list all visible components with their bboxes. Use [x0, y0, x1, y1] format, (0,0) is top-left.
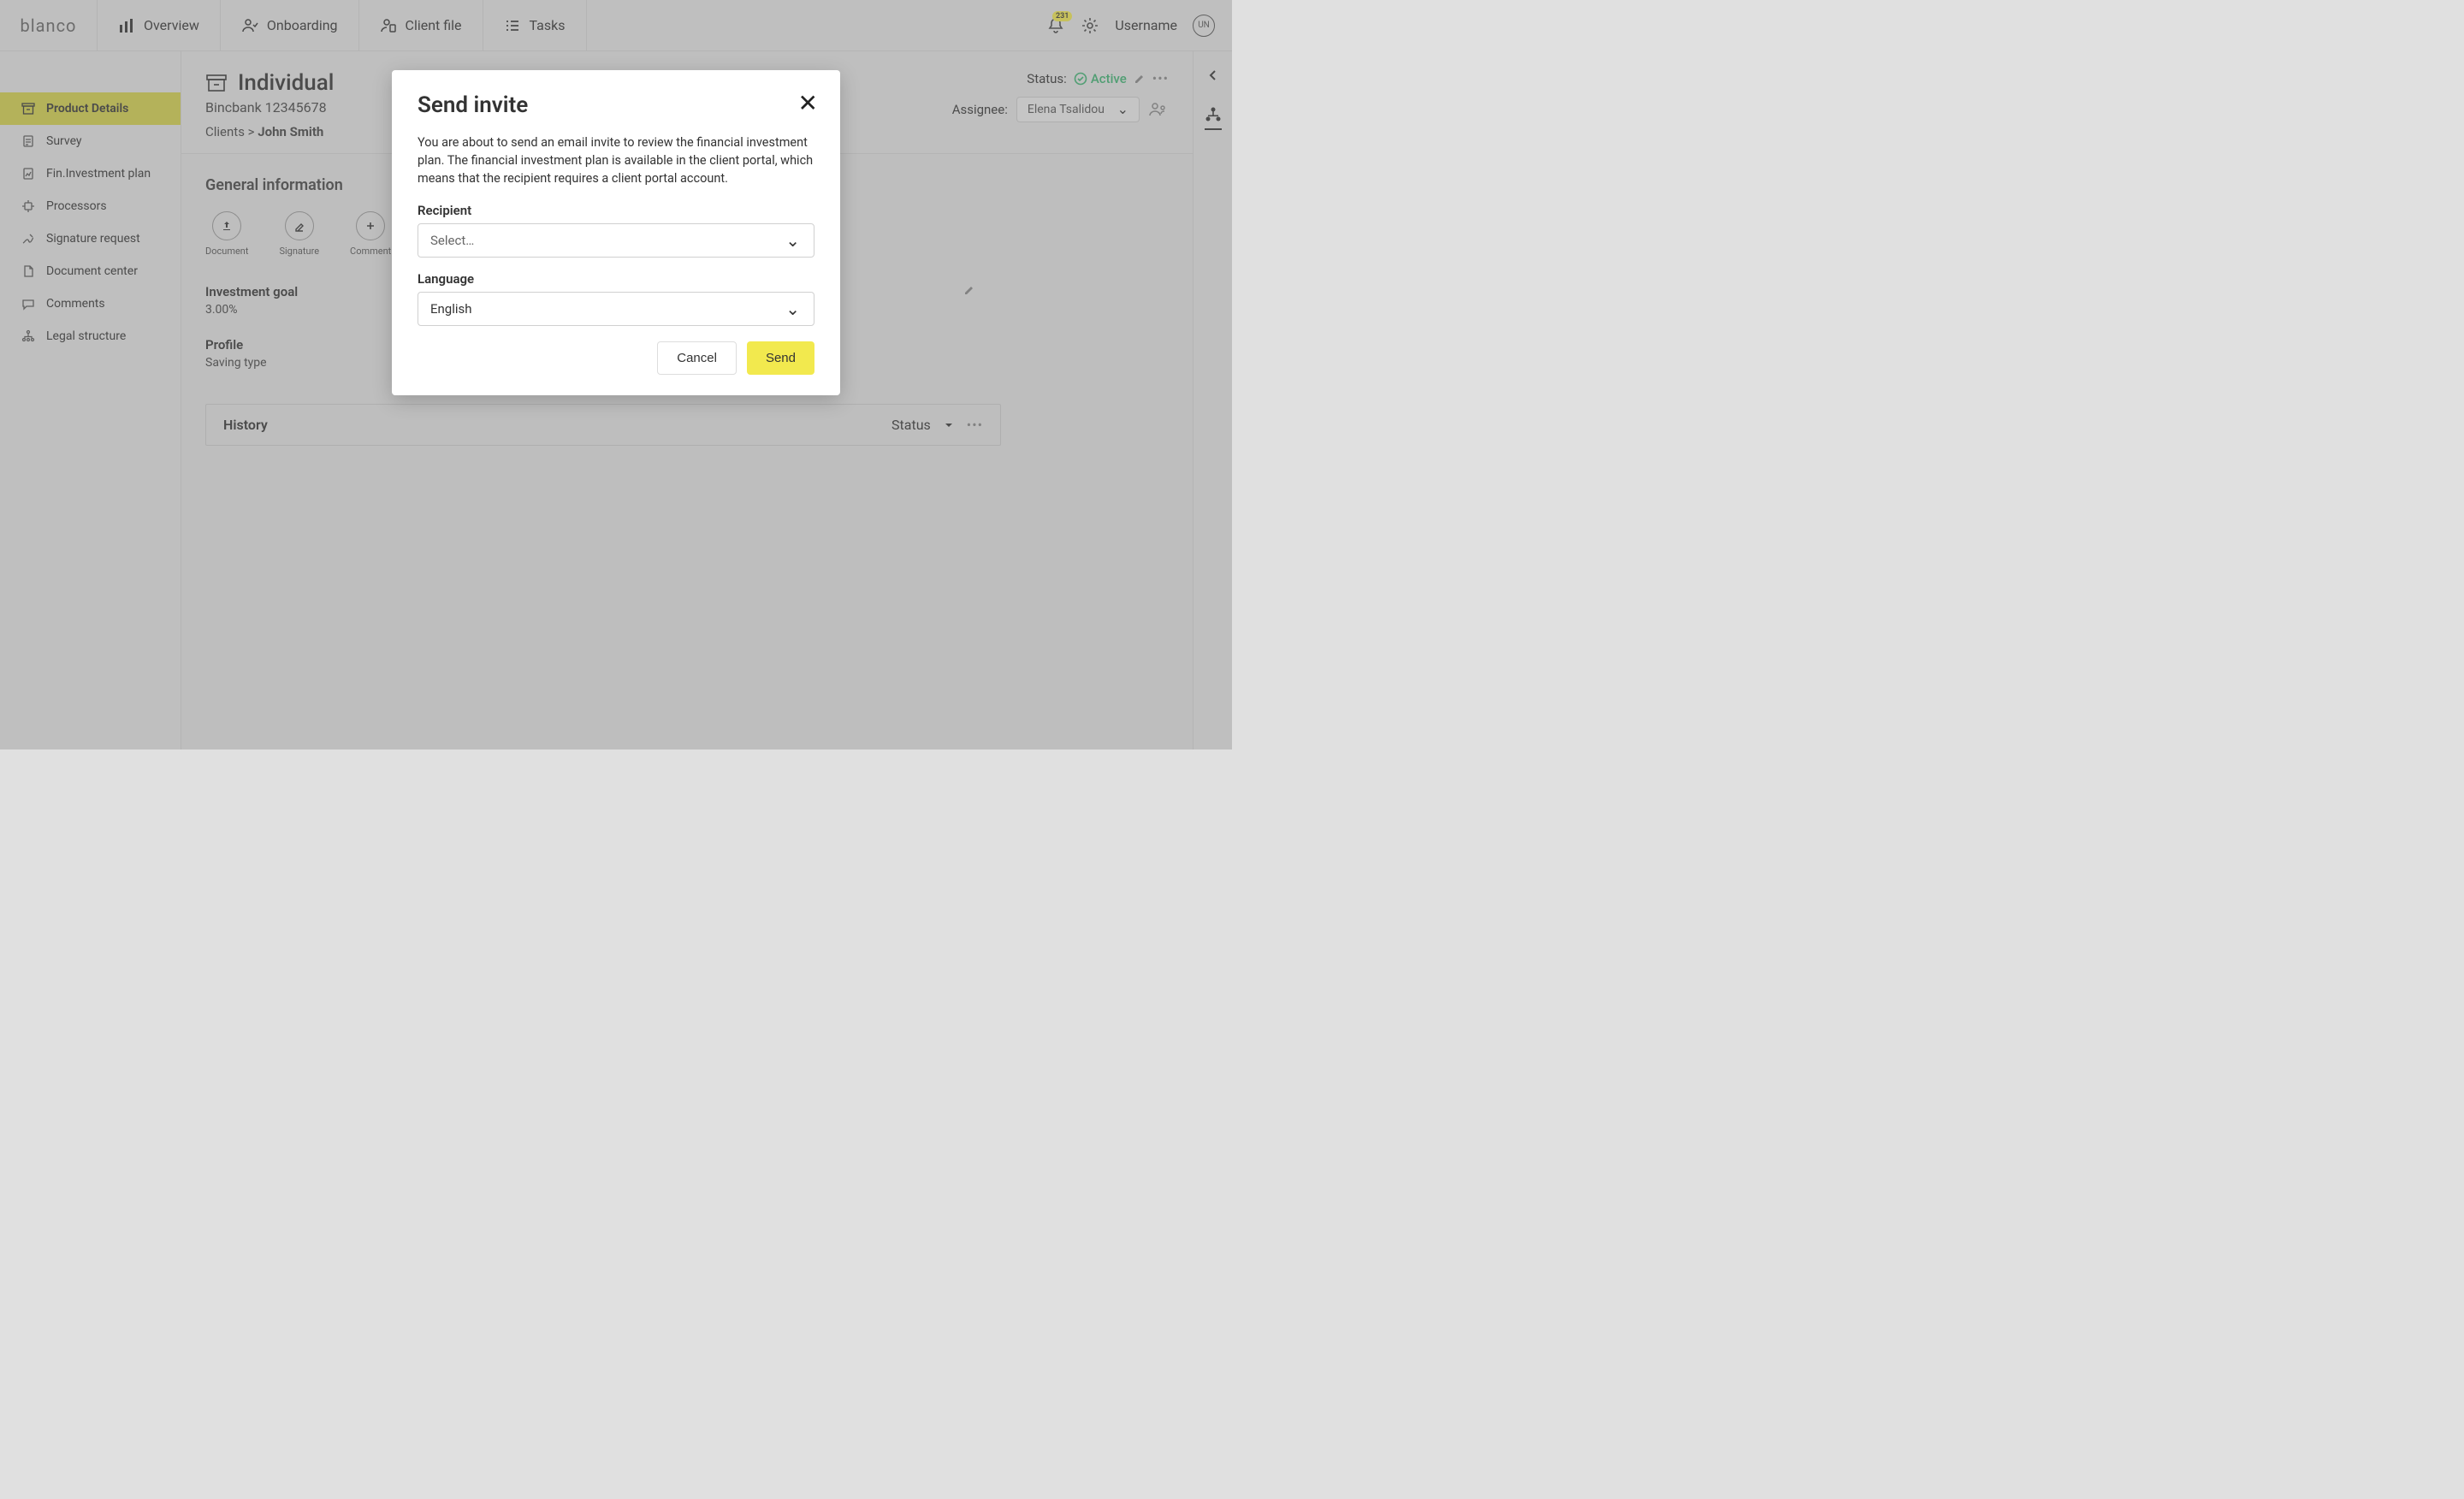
language-select[interactable]: English: [418, 292, 814, 326]
close-icon: ✕: [798, 89, 818, 117]
modal-title: Send invite: [418, 92, 814, 118]
send-button[interactable]: Send: [747, 341, 814, 375]
modal-body-text: You are about to send an email invite to…: [418, 133, 814, 187]
modal-actions: Cancel Send: [418, 341, 814, 375]
send-invite-modal: Send invite ✕ You are about to send an e…: [392, 70, 840, 395]
recipient-label: Recipient: [418, 203, 814, 218]
recipient-select[interactable]: Select…: [418, 223, 814, 258]
modal-overlay: Send invite ✕ You are about to send an e…: [0, 0, 1232, 750]
modal-close-button[interactable]: ✕: [798, 89, 818, 117]
language-label: Language: [418, 271, 814, 287]
cancel-button[interactable]: Cancel: [657, 341, 737, 375]
